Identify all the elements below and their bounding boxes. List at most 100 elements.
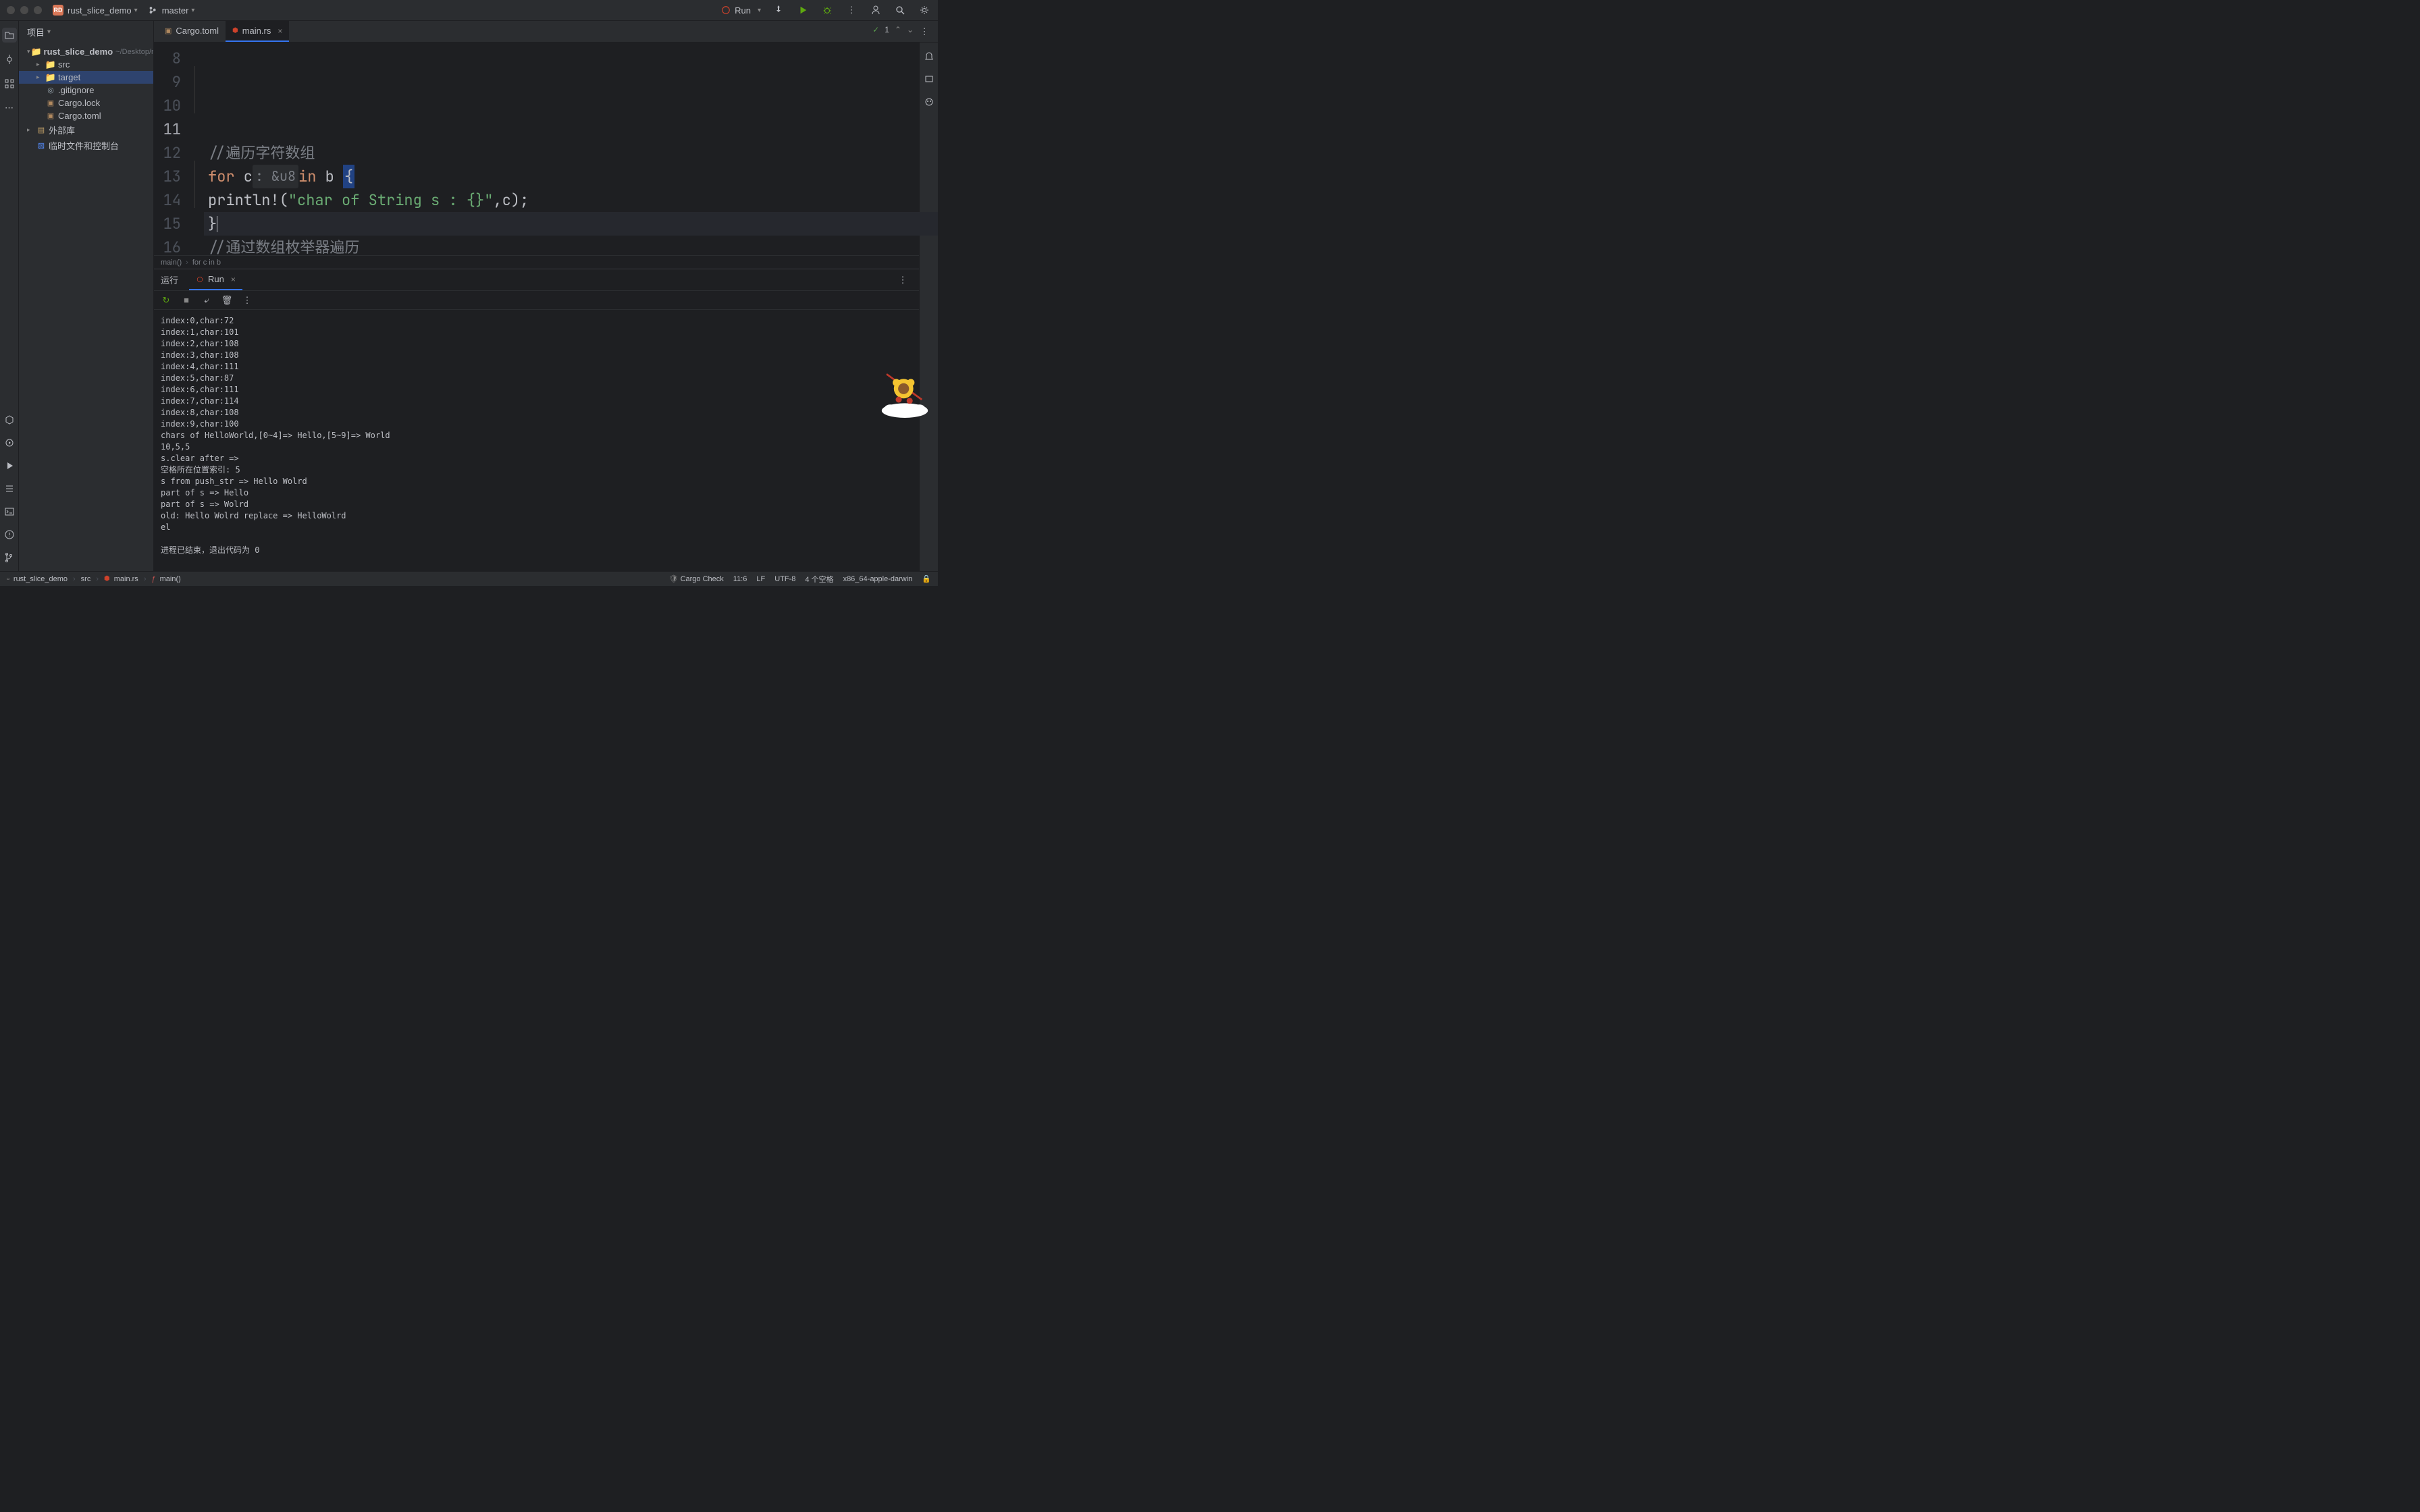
project-tree: ▾ 📁 rust_slice_demo ~/Desktop/rust ▸ 📁 s… (19, 43, 153, 156)
console-output[interactable]: index:0,char:72 index:1,char:101 index:2… (154, 310, 938, 571)
run-config-selector[interactable]: Run ▾ (721, 5, 761, 16)
chevron-down-icon: ▾ (134, 7, 138, 14)
run-button[interactable] (796, 3, 810, 17)
expand-icon[interactable]: ▸ (27, 126, 35, 134)
editor-area: ▣ Cargo.toml ⬢ main.rs × ⋮ ✓ (154, 21, 938, 571)
build-tool-icon[interactable] (3, 413, 16, 427)
project-panel-header[interactable]: 项目 ▾ (19, 21, 153, 43)
lock-icon[interactable]: 🔒 (922, 574, 931, 583)
tree-cargo-lock[interactable]: ▣ Cargo.lock (19, 97, 153, 109)
debug-button[interactable] (820, 3, 834, 17)
folder-icon: 📁 (46, 73, 55, 82)
breadcrumb-src[interactable]: src (81, 575, 91, 583)
tree-root[interactable]: ▾ 📁 rust_slice_demo ~/Desktop/rust (19, 45, 153, 58)
tree-gitignore[interactable]: ◎ .gitignore (19, 84, 153, 97)
folder-icon: 📁 (32, 47, 41, 57)
stop-icon[interactable]: ■ (181, 295, 192, 306)
close-window-icon[interactable] (7, 6, 15, 14)
project-tool-icon[interactable] (2, 28, 17, 43)
code-area[interactable]: //遍历字符数组for c: &u8 in b { println!("char… (190, 43, 938, 255)
code-line[interactable]: //通过数组枚举器遍历 (204, 236, 938, 255)
updates-icon[interactable] (772, 3, 785, 17)
library-icon: ▤ (36, 126, 46, 135)
expand-icon[interactable]: ▸ (36, 61, 45, 68)
chevron-right-icon: › (144, 575, 147, 583)
tree-label: 临时文件和控制台 (49, 139, 119, 152)
rust-icon: ⬢ (232, 27, 238, 34)
status-encoding[interactable]: UTF-8 (774, 575, 795, 583)
left-tool-rail-bottom (0, 413, 19, 571)
rust-icon (721, 5, 731, 15)
settings-icon[interactable] (918, 3, 931, 17)
tree-label: target (58, 72, 80, 82)
editor-body[interactable]: 8910111213141516 //遍历字符数组for c: &u8 in b… (154, 43, 938, 255)
run-tool-icon[interactable] (3, 459, 16, 473)
more-tools-icon[interactable]: ⋯ (2, 101, 17, 115)
vcs-branch-selector[interactable]: master ▾ (149, 5, 195, 16)
cargo-icon: ▣ (46, 111, 55, 121)
close-tab-icon[interactable]: × (278, 26, 282, 36)
tree-target[interactable]: ▸ 📁 target (19, 71, 153, 84)
chevron-down-icon: ▾ (47, 28, 51, 36)
rerun-icon[interactable]: ↻ (161, 295, 172, 306)
breadcrumb-loop[interactable]: for c in b (192, 259, 221, 267)
prev-highlight-icon[interactable]: ⌃ (895, 25, 901, 34)
breadcrumb-fn[interactable]: main() (161, 259, 182, 267)
project-selector[interactable]: RD rust_slice_demo ▾ (53, 5, 138, 16)
tab-actions-icon[interactable]: ⋮ (918, 25, 931, 38)
terminal-tool-icon[interactable] (3, 505, 16, 518)
status-indent[interactable]: 4 个空格 (805, 574, 833, 585)
run-tab-label: Run (208, 274, 224, 284)
collapse-icon[interactable]: ▾ (27, 48, 30, 55)
check-icon: ✓ (872, 25, 879, 34)
project-panel: 项目 ▾ ▾ 📁 rust_slice_demo ~/Desktop/rust … (19, 21, 154, 571)
status-target[interactable]: x86_64-apple-darwin (843, 575, 913, 583)
search-everywhere-icon[interactable] (893, 3, 907, 17)
close-tab-icon[interactable]: × (231, 275, 236, 284)
vcs-tool-icon[interactable] (3, 551, 16, 564)
code-line[interactable]: println!("char of String s : {}",c); (204, 188, 938, 212)
breadcrumb-fn[interactable]: main() (160, 575, 181, 583)
services-tool-icon[interactable] (3, 436, 16, 450)
code-line[interactable]: //遍历字符数组 (204, 141, 938, 165)
status-cargo-check[interactable]: 🛡 Cargo Check (669, 574, 724, 583)
inspection-widget[interactable]: ✓ 1 ⌃ ⌄ (872, 25, 914, 34)
tree-src[interactable]: ▸ 📁 src (19, 58, 153, 71)
next-highlight-icon[interactable]: ⌄ (907, 25, 914, 34)
collaborate-icon[interactable] (869, 3, 883, 17)
file-icon: ◎ (46, 86, 55, 95)
tab-main-rs[interactable]: ⬢ main.rs × (226, 21, 289, 42)
tab-cargo-toml[interactable]: ▣ Cargo.toml (158, 21, 226, 42)
run-toolbar: ↻ ■ ⤶ 🗑 ⋮ (154, 291, 938, 310)
maximize-window-icon[interactable] (34, 6, 42, 14)
folder-icon: ▫ (7, 575, 9, 583)
tree-scratches[interactable]: ▧ 临时文件和控制台 (19, 138, 153, 153)
code-line[interactable]: for c: &u8 in b { (204, 165, 938, 188)
warning-count: 1 (885, 25, 889, 34)
soft-wrap-icon[interactable]: ⤶ (201, 295, 212, 306)
todo-tool-icon[interactable] (3, 482, 16, 495)
commit-tool-icon[interactable] (2, 52, 17, 67)
title-bar: RD rust_slice_demo ▾ master ▾ Run ▾ ⋮ (0, 0, 938, 21)
tree-external-libs[interactable]: ▸ ▤ 外部库 (19, 122, 153, 138)
toolbar-more-icon[interactable]: ⋮ (242, 295, 253, 306)
minimize-window-icon[interactable] (20, 6, 28, 14)
clear-icon[interactable]: 🗑 (221, 295, 232, 306)
structure-tool-icon[interactable] (2, 76, 17, 91)
status-line-ending[interactable]: LF (756, 575, 765, 583)
run-tab-active[interactable]: Run × (189, 269, 242, 290)
run-panel-tabs: 运行 Run × ⋮ — (154, 269, 938, 291)
expand-icon[interactable]: ▸ (36, 74, 45, 81)
more-actions-icon[interactable]: ⋮ (845, 3, 858, 17)
breadcrumb-file[interactable]: main.rs (114, 575, 138, 583)
code-line[interactable]: } (204, 212, 938, 236)
gutter: 8910111213141516 (154, 43, 190, 255)
status-caret-position[interactable]: 11:6 (733, 575, 747, 583)
problems-tool-icon[interactable] (3, 528, 16, 541)
tree-cargo-toml[interactable]: ▣ Cargo.toml (19, 109, 153, 122)
run-panel-options-icon[interactable]: ⋮ (896, 273, 910, 287)
tree-label: rust_slice_demo (44, 47, 113, 57)
branch-name: master (162, 5, 189, 16)
fn-icon: ƒ (151, 575, 155, 583)
breadcrumb-root[interactable]: rust_slice_demo (14, 575, 68, 583)
